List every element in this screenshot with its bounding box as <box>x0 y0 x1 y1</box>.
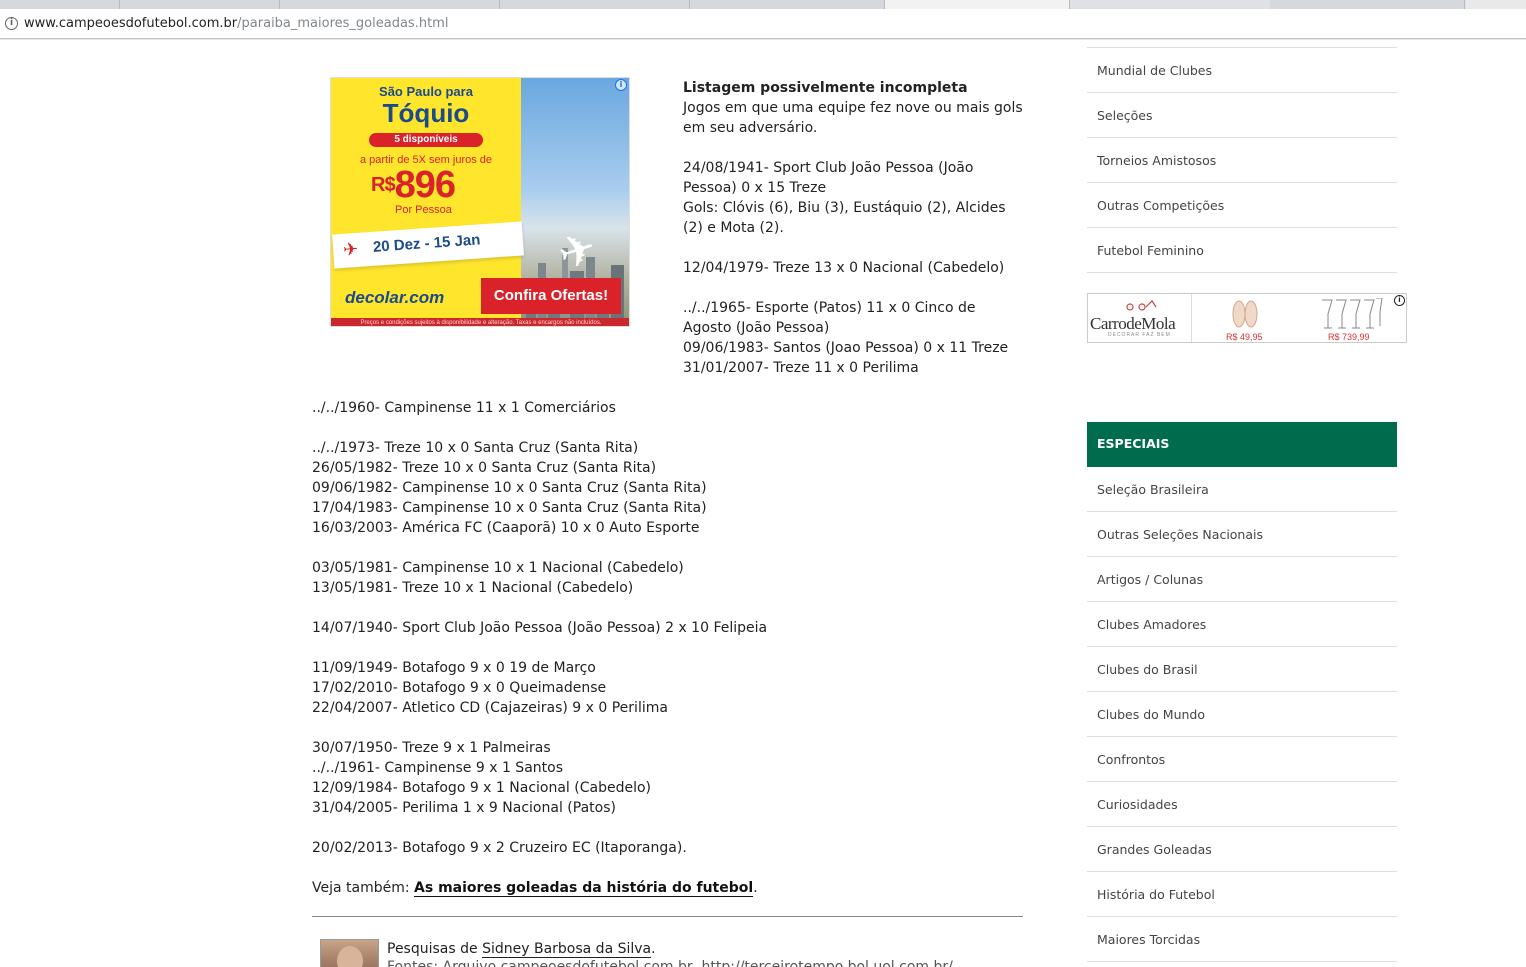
see-also-suffix: . <box>753 880 758 896</box>
sidebar-item-confrontos[interactable]: Confrontos <box>1087 737 1397 782</box>
url-path: /paraiba_maiores_goleadas.html <box>237 16 449 31</box>
match-line: 17/04/1983- Campinense 10 x 0 Santa Cruz… <box>312 500 707 516</box>
ad-availability-badge: 5 disponíveis <box>369 133 483 147</box>
match-line: 31/01/2007- Treze 11 x 0 Perilima <box>683 360 919 376</box>
ad-cta-button[interactable]: Confira Ofertas! <box>481 278 621 314</box>
intro-heading: Listagem possivelmente incompleta <box>683 80 968 96</box>
ad-price-value: 896 <box>394 164 456 206</box>
sidebar-especiais: Seleção Brasileira Outras Seleções Nacio… <box>1087 467 1397 962</box>
glasses-product-image <box>1322 298 1383 329</box>
see-also-link[interactable]: As maiores goleadas da história do futeb… <box>414 880 754 897</box>
match-line: 26/05/1982- Treze 10 x 0 Santa Cruz (San… <box>312 460 657 476</box>
ad-dates: 20 Dez - 15 Jan <box>372 231 481 256</box>
ad-price: R$896 <box>371 164 456 207</box>
sidebar-section-header: ESPECIAIS <box>1087 422 1397 467</box>
author-avatar <box>320 939 379 967</box>
match-line: 12/04/1979- Treze 13 x 0 Nacional (Cabed… <box>683 260 1005 276</box>
browser-tab-active[interactable] <box>885 0 1070 9</box>
match-line: 17/02/2010- Botafogo 9 x 0 Queimadense <box>312 680 607 696</box>
author-credit: Pesquisas de Sidney Barbosa da Silva. <box>387 939 656 959</box>
match-line: 22/04/2007- Atletico CD (Cajazeiras) 9 x… <box>312 700 668 716</box>
sidebar-item-torneios-amistosos[interactable]: Torneios Amistosos <box>1087 138 1397 183</box>
sidebar-item-maiores-torcidas[interactable]: Maiores Torcidas <box>1087 917 1397 962</box>
browser-tab[interactable] <box>690 0 885 9</box>
adchoices-icon[interactable]: i <box>615 79 627 91</box>
browser-tab[interactable] <box>120 0 280 9</box>
ad-brand-name: CarrodeMola <box>1090 314 1176 333</box>
sidebar-item-clubes-do-mundo[interactable]: Clubes do Mundo <box>1087 692 1397 737</box>
sidebar-item-selecao-brasileira[interactable]: Seleção Brasileira <box>1087 467 1397 512</box>
match-line: 03/05/1981- Campinense 10 x 1 Nacional (… <box>312 560 684 576</box>
sidebar-item-clubes-do-brasil[interactable]: Clubes do Brasil <box>1087 647 1397 692</box>
match-line: ../../1973- Treze 10 x 0 Santa Cruz (San… <box>312 440 639 456</box>
browser-tab[interactable] <box>1270 0 1465 9</box>
sidebar-item-clubes-amadores[interactable]: Clubes Amadores <box>1087 602 1397 647</box>
sidebar-item-outras-competicoes[interactable]: Outras Competições <box>1087 183 1397 228</box>
match-line: ../../1961- Campinense 9 x 1 Santos <box>312 760 563 776</box>
ad-destination-text: Tóquio <box>382 98 470 128</box>
match-line: 13/05/1981- Treze 10 x 1 Nacional (Cabed… <box>312 580 634 596</box>
match-line: 09/06/1982- Campinense 10 x 0 Santa Cruz… <box>312 480 707 496</box>
sidebar-top: Mundial de Clubes Seleções Torneios Amis… <box>1087 47 1397 273</box>
match-line: 09/06/1983- Santos (Joao Pessoa) 0 x 11 … <box>683 340 1009 356</box>
match-line: 24/08/1941- Sport Club João Pessoa (João… <box>683 160 974 196</box>
adchoices-icon[interactable]: i <box>1394 295 1405 306</box>
match-line: 31/04/2005- Perilima 1 x 9 Nacional (Pat… <box>312 800 616 816</box>
match-line: 14/07/1940- Sport Club João Pessoa (João… <box>312 620 768 636</box>
url-domain: www.campeoesdofutebol.com.br <box>24 16 238 31</box>
match-line: ../../1960- Campinense 11 x 1 Comerciári… <box>312 400 616 416</box>
ad-currency: R$ <box>371 174 396 196</box>
author-suffix: . <box>651 941 656 957</box>
url-text[interactable]: www.campeoesdofutebol.com.br/paraiba_mai… <box>24 16 448 31</box>
match-line: 12/09/1984- Botafogo 9 x 1 Nacional (Cab… <box>312 780 652 796</box>
intro-section: Listagem possivelmente incompleta Jogos … <box>683 78 1028 378</box>
logo-ornament-icon <box>1126 300 1157 311</box>
author-link[interactable]: Sidney Barbosa da Silva <box>482 941 652 958</box>
match-line: ../../1965- Esporte (Patos) 11 x 0 Cinco… <box>683 300 976 336</box>
address-bar[interactable]: i www.campeoesdofutebol.com.br/paraiba_m… <box>0 9 1526 39</box>
ad-banner[interactable]: São Paulo para Tóquio 5 disponíveis a pa… <box>330 77 630 327</box>
site-info-icon[interactable]: i <box>5 17 18 30</box>
sidebar-item-mundial-de-clubes[interactable]: Mundial de Clubes <box>1087 48 1397 93</box>
sidebar-item-futebol-feminino[interactable]: Futebol Feminino <box>1087 228 1397 273</box>
tab-strip <box>0 0 1526 9</box>
carrodemola-logo: CarrodeMola DECORAR FAZ BEM <box>1088 294 1192 342</box>
match-line: 30/07/1950- Treze 9 x 1 Palmeiras <box>312 740 551 756</box>
sidebar-item-curiosidades[interactable]: Curiosidades <box>1087 782 1397 827</box>
match-line: 20/02/2013- Botafogo 9 x 2 Cruzeiro EC (… <box>312 840 687 856</box>
sidebar-item-historia-do-futebol[interactable]: História do Futebol <box>1087 872 1397 917</box>
sandals-product-image <box>1232 300 1258 328</box>
plane-icon: ✈ <box>342 238 359 261</box>
sidebar-item-artigos-colunas[interactable]: Artigos / Colunas <box>1087 557 1397 602</box>
ad-price-2: R$ 739,99 <box>1328 332 1370 342</box>
match-line: 11/09/1949- Botafogo 9 x 0 19 de Março <box>312 660 596 676</box>
match-scorers: Gols: Clóvis (6), Biu (3), Eustáquio (2)… <box>683 200 1006 236</box>
intro-description: Jogos em que uma equipe fez nove ou mais… <box>683 100 1023 136</box>
browser-tab[interactable] <box>280 0 500 9</box>
browser-tab[interactable] <box>0 0 120 9</box>
ad-brand-tagline: DECORAR FAZ BEM <box>1108 332 1171 338</box>
author-prefix: Pesquisas de <box>387 941 483 957</box>
see-also-prefix: Veja também: <box>312 880 415 896</box>
ad-fine-print: Preços e condições sujeitos à disponibil… <box>331 318 629 326</box>
ad-brand-logo: decolar.com <box>345 288 445 307</box>
sidebar-item-outras-selecoes[interactable]: Outras Seleções Nacionais <box>1087 512 1397 557</box>
ad-per-person-text: Por Pessoa <box>395 204 452 216</box>
ad-price-1: R$ 49,95 <box>1226 332 1263 342</box>
sidebar-item-selecoes[interactable]: Seleções <box>1087 93 1397 138</box>
sidebar-item-grandes-goleadas[interactable]: Grandes Goleadas <box>1087 827 1397 872</box>
window-controls[interactable] <box>1466 0 1526 9</box>
content-divider <box>312 916 1023 917</box>
ad-origin-text: São Paulo para <box>379 84 473 99</box>
sidebar-ad[interactable]: CarrodeMola DECORAR FAZ BEM R$ 49,95 R$ … <box>1087 293 1407 343</box>
author-sources: Fontes: Arquivo campeoesdofutebol.com.br… <box>387 959 953 967</box>
browser-tab[interactable] <box>500 0 690 9</box>
match-line: 16/03/2003- América FC (Caaporã) 10 x 0 … <box>312 520 700 536</box>
results-list: ../../1960- Campinense 11 x 1 Comerciári… <box>312 398 1024 898</box>
see-also: Veja também: As maiores goleadas da hist… <box>312 878 1024 898</box>
